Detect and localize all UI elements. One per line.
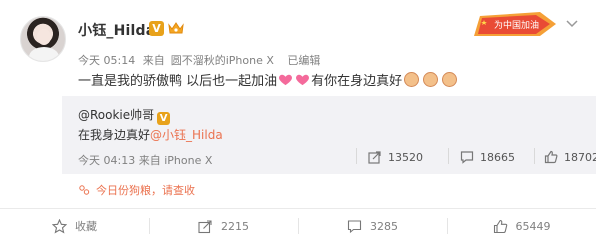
repost-meta: 今天 04:13 来自 iPhone X <box>78 152 212 168</box>
like-button[interactable]: 65449 <box>447 208 596 244</box>
post-time[interactable]: 今天 05:14 <box>78 54 135 67</box>
cheer-china-banner: 为中国加油 <box>474 12 556 36</box>
favorite-button[interactable]: 收藏 <box>0 208 149 244</box>
post-edited-label[interactable]: 已编辑 <box>287 54 320 67</box>
repost-time[interactable]: 今天 04:13 <box>78 154 135 167</box>
post-source-prefix: 来自 <box>142 54 165 67</box>
comment-count: 18665 <box>480 150 515 164</box>
chevron-down-icon[interactable] <box>566 20 578 28</box>
avatar-face <box>37 29 51 45</box>
comment-button[interactable]: 3285 <box>298 208 447 244</box>
avatar-body <box>29 47 59 61</box>
pig-emoji-icon <box>404 72 420 87</box>
post-text-part2: 有你在身边真好 <box>311 74 403 89</box>
banner-text: 为中国加油 <box>494 19 539 31</box>
verified-badge-icon: V <box>149 21 164 36</box>
reposted-weibo[interactable]: @Rookie帅哥 V 在我身边真好@小钰_Hilda 今天 04:13 来自 i… <box>62 96 596 174</box>
repost-source[interactable]: iPhone X <box>164 154 212 167</box>
repost-share-icon <box>368 151 381 164</box>
repost-stat-likes[interactable]: 187028 <box>544 150 596 164</box>
favorite-label: 收藏 <box>75 220 97 233</box>
heart-emoji-icon <box>279 74 293 86</box>
repost-share-icon <box>198 219 212 233</box>
pig-emoji-icon <box>442 72 458 87</box>
stat-divider <box>356 148 357 164</box>
thumbs-up-icon <box>544 150 558 164</box>
post-content: 一直是我的骄傲鸭 以后也一起加油 有你在身边真好 <box>78 70 459 89</box>
star-icon <box>52 218 67 234</box>
thumbs-up-icon <box>493 219 507 233</box>
repost-mention-link[interactable]: @小钰_Hilda <box>150 128 223 142</box>
stat-divider <box>448 148 449 164</box>
post-text-part1: 一直是我的骄傲鸭 以后也一起加油 <box>78 74 278 89</box>
post-meta: 今天 05:14 来自 圆不溜秋的iPhone X 已编辑 <box>78 52 324 68</box>
heart-emoji-icon <box>296 74 310 86</box>
weibo-post-card: 小钰_Hilda V 今天 05:14 来自 圆不溜秋的iPhone X 已编辑 … <box>0 0 596 244</box>
repost-username[interactable]: @Rookie帅哥 <box>78 108 154 122</box>
repost-source-prefix: 来自 <box>138 154 161 167</box>
notice-text: 今日份狗粮，请查收 <box>96 184 195 197</box>
repost-stat-reposts[interactable]: 13520 <box>368 150 423 164</box>
repost-user: @Rookie帅哥 V <box>78 106 171 125</box>
comment-icon <box>347 219 362 233</box>
user-avatar[interactable] <box>20 16 66 62</box>
repost-text-body: 在我身边真好 <box>78 128 151 142</box>
pig-emoji-icon <box>423 72 439 87</box>
repost-text: 在我身边真好@小钰_Hilda <box>78 126 223 143</box>
post-source[interactable]: 圆不溜秋的iPhone X <box>171 54 274 67</box>
stat-divider <box>534 148 535 164</box>
repost-button[interactable]: 2215 <box>149 208 298 244</box>
red-envelope-notice[interactable]: 今日份狗粮，请查收 <box>78 182 195 198</box>
verified-badge-icon: V <box>157 112 171 125</box>
sparkle-icon <box>79 185 90 195</box>
comment-icon <box>460 151 474 164</box>
like-action-count: 65449 <box>515 219 551 233</box>
repost-count: 13520 <box>388 150 423 164</box>
crown-member-icon <box>168 22 184 34</box>
like-count: 187028 <box>564 150 596 164</box>
repost-stat-comments[interactable]: 18665 <box>460 150 515 164</box>
repost-action-count: 2215 <box>221 219 249 233</box>
post-username[interactable]: 小钰_Hilda <box>78 20 155 40</box>
comment-action-count: 3285 <box>370 219 398 233</box>
